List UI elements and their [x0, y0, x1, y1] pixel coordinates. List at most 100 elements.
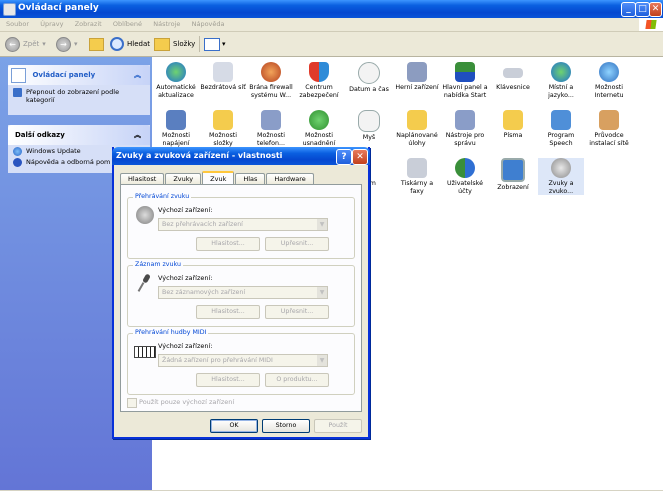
search-icon: [110, 37, 124, 51]
icon-date-time[interactable]: Datum a čas: [346, 62, 392, 94]
icon-network-setup-wizard[interactable]: Průvodce instalací sítě: [586, 110, 632, 147]
minimize-button[interactable]: _: [621, 2, 636, 17]
taskbar-icon: [455, 62, 475, 82]
icon-internet-options[interactable]: Možnosti Internetu: [586, 62, 632, 99]
menu-favorites[interactable]: Oblíbené: [113, 20, 142, 28]
switch-to-category-view-link[interactable]: Přepnout do zobrazení podle kategorií: [8, 85, 150, 107]
icon-fonts[interactable]: Písma: [490, 110, 536, 140]
icon-printers-faxes[interactable]: Tiskárny a faxy: [394, 158, 440, 195]
power-icon: [166, 110, 186, 130]
cancel-button[interactable]: Storno: [262, 419, 310, 433]
up-folder-button[interactable]: [89, 37, 104, 51]
menu-view[interactable]: Zobrazit: [75, 20, 102, 28]
close-button[interactable]: ✕: [649, 2, 662, 17]
icon-wireless-network[interactable]: Bezdrátová síť: [200, 62, 246, 92]
clock-icon: [358, 62, 380, 84]
chevron-down-icon: ▼: [317, 355, 327, 366]
menu-help[interactable]: Nápověda: [192, 20, 225, 28]
icon-folder-options[interactable]: Možnosti složky: [200, 110, 246, 147]
firewall-icon: [261, 62, 281, 82]
phone-icon: [261, 110, 281, 130]
folders-button[interactable]: Složky: [154, 37, 195, 51]
midi-volume-button[interactable]: Hlasitost...: [196, 373, 260, 387]
house-network-icon: [599, 110, 619, 130]
menu-edit[interactable]: Úpravy: [40, 20, 63, 28]
icon-security-center[interactable]: Centrum zabezpečení: [296, 62, 342, 99]
windows-logo-icon: [639, 18, 663, 31]
icon-scheduled-tasks[interactable]: Naplánované úlohy: [394, 110, 440, 147]
midi-device-label: Výchozí zařízení:: [158, 342, 213, 350]
toolbar: ← Zpět ▾ → ▾ Hledat Složky ▾: [0, 32, 663, 57]
recording-device-select[interactable]: Bez záznamových zařízení ▼: [158, 286, 328, 299]
chevron-down-icon: ▼: [317, 219, 327, 230]
back-arrow-icon: ←: [5, 36, 20, 52]
collapse-chevron-icon[interactable]: ︽: [134, 125, 141, 145]
recording-group: Záznam zvuku Výchozí zařízení: Bez zázna…: [127, 261, 355, 327]
icon-mouse[interactable]: Myš: [346, 110, 392, 142]
globe-icon: [551, 62, 571, 82]
default-only-label: Použít pouze výchozí zařízení: [139, 398, 235, 406]
icon-accessibility-options[interactable]: Možnosti usnadnění: [296, 110, 342, 147]
default-only-checkbox[interactable]: [127, 398, 137, 408]
icon-regional-language[interactable]: Místní a jazyko...: [538, 62, 584, 99]
views-icon: [204, 37, 220, 51]
back-button[interactable]: ← Zpět ▾: [5, 36, 46, 52]
users-icon: [455, 158, 475, 178]
dialog-close-button[interactable]: ✕: [352, 149, 368, 165]
menu-tools[interactable]: Nástroje: [153, 20, 180, 28]
speaker-icon: [136, 206, 154, 224]
menubar: Soubor Úpravy Zobrazit Oblíbené Nástroje…: [0, 18, 663, 32]
chevron-down-icon: ▾: [42, 40, 46, 48]
dialog-titlebar[interactable]: Zvuky a zvuková zařízení - vlastnosti ? …: [112, 147, 370, 165]
midi-device-select[interactable]: Žádná zařízení pro přehrávání MIDI ▼: [158, 354, 328, 367]
icon-taskbar-start-menu[interactable]: Hlavní panel a nabídka Start: [442, 62, 488, 99]
icon-user-accounts[interactable]: Uživatelské účty: [442, 158, 488, 195]
icon-windows-firewall[interactable]: Brána firewall systému W...: [248, 62, 294, 99]
playback-volume-button[interactable]: Hlasitost...: [196, 237, 260, 251]
recording-advanced-button[interactable]: Upřesnit...: [265, 305, 329, 319]
see-also-header[interactable]: Další odkazy ︽: [8, 125, 150, 145]
icon-automatic-updates[interactable]: Automatické aktualizace: [153, 62, 199, 99]
windows-update-icon: [13, 147, 22, 156]
apply-button[interactable]: Použít: [314, 419, 362, 433]
speaker-icon: [551, 158, 571, 178]
joystick-icon: [407, 62, 427, 82]
accessibility-icon: [309, 110, 329, 130]
icon-game-controllers[interactable]: Herní zařízení: [394, 62, 440, 92]
playback-legend: Přehrávání zvuku: [133, 193, 192, 200]
icon-power-options[interactable]: Možnosti napájení: [153, 110, 199, 147]
help-button[interactable]: ?: [336, 149, 352, 165]
views-button[interactable]: ▾: [204, 37, 226, 51]
dialog-title: Zvuky a zvuková zařízení - vlastnosti: [116, 151, 283, 160]
control-panel-box: Ovládací panely ︽ Přepnout do zobrazení …: [8, 65, 150, 115]
globe-icon: [599, 62, 619, 82]
icon-phone-options[interactable]: Možnosti telefon...: [248, 110, 294, 147]
playback-advanced-button[interactable]: Upřesnit...: [265, 237, 329, 251]
keyboard-icon: [503, 68, 523, 78]
folders-icon: [154, 37, 170, 51]
icon-speech[interactable]: Program Speech: [538, 110, 584, 147]
tools-icon: [455, 110, 475, 130]
icon-sounds-audio-devices[interactable]: Zvuky a zvuko...: [538, 158, 584, 195]
midi-about-button[interactable]: O produktu...: [265, 373, 329, 387]
window-titlebar[interactable]: Ovládací panely _ □ ✕: [0, 0, 663, 18]
recording-volume-button[interactable]: Hlasitost...: [196, 305, 260, 319]
monitor-icon: [501, 158, 525, 182]
playback-device-select[interactable]: Bez přehrávacích zařízení ▼: [158, 218, 328, 231]
control-panel-box-header[interactable]: Ovládací panely ︽: [8, 65, 150, 85]
ok-button[interactable]: OK: [210, 419, 258, 433]
icon-display[interactable]: Zobrazení: [490, 158, 536, 192]
chevron-down-icon: ▼: [317, 287, 327, 298]
sounds-properties-dialog: Zvuky a zvuková zařízení - vlastnosti ? …: [112, 147, 370, 439]
playback-group: Přehrávání zvuku Výchozí zařízení: Bez p…: [127, 193, 355, 259]
menu-file[interactable]: Soubor: [6, 20, 29, 28]
collapse-chevron-icon[interactable]: ︽: [134, 65, 141, 85]
search-button[interactable]: Hledat: [110, 37, 150, 51]
midi-group: Přehrávání hudby MIDI Výchozí zařízení: …: [127, 329, 355, 395]
midi-legend: Přehrávání hudby MIDI: [133, 329, 209, 336]
icon-keyboard[interactable]: Klávesnice: [490, 62, 536, 92]
maximize-button[interactable]: □: [635, 2, 650, 17]
forward-button[interactable]: → ▾: [56, 36, 78, 52]
icon-administrative-tools[interactable]: Nástroje pro správu: [442, 110, 488, 147]
forward-arrow-icon: →: [56, 36, 71, 52]
